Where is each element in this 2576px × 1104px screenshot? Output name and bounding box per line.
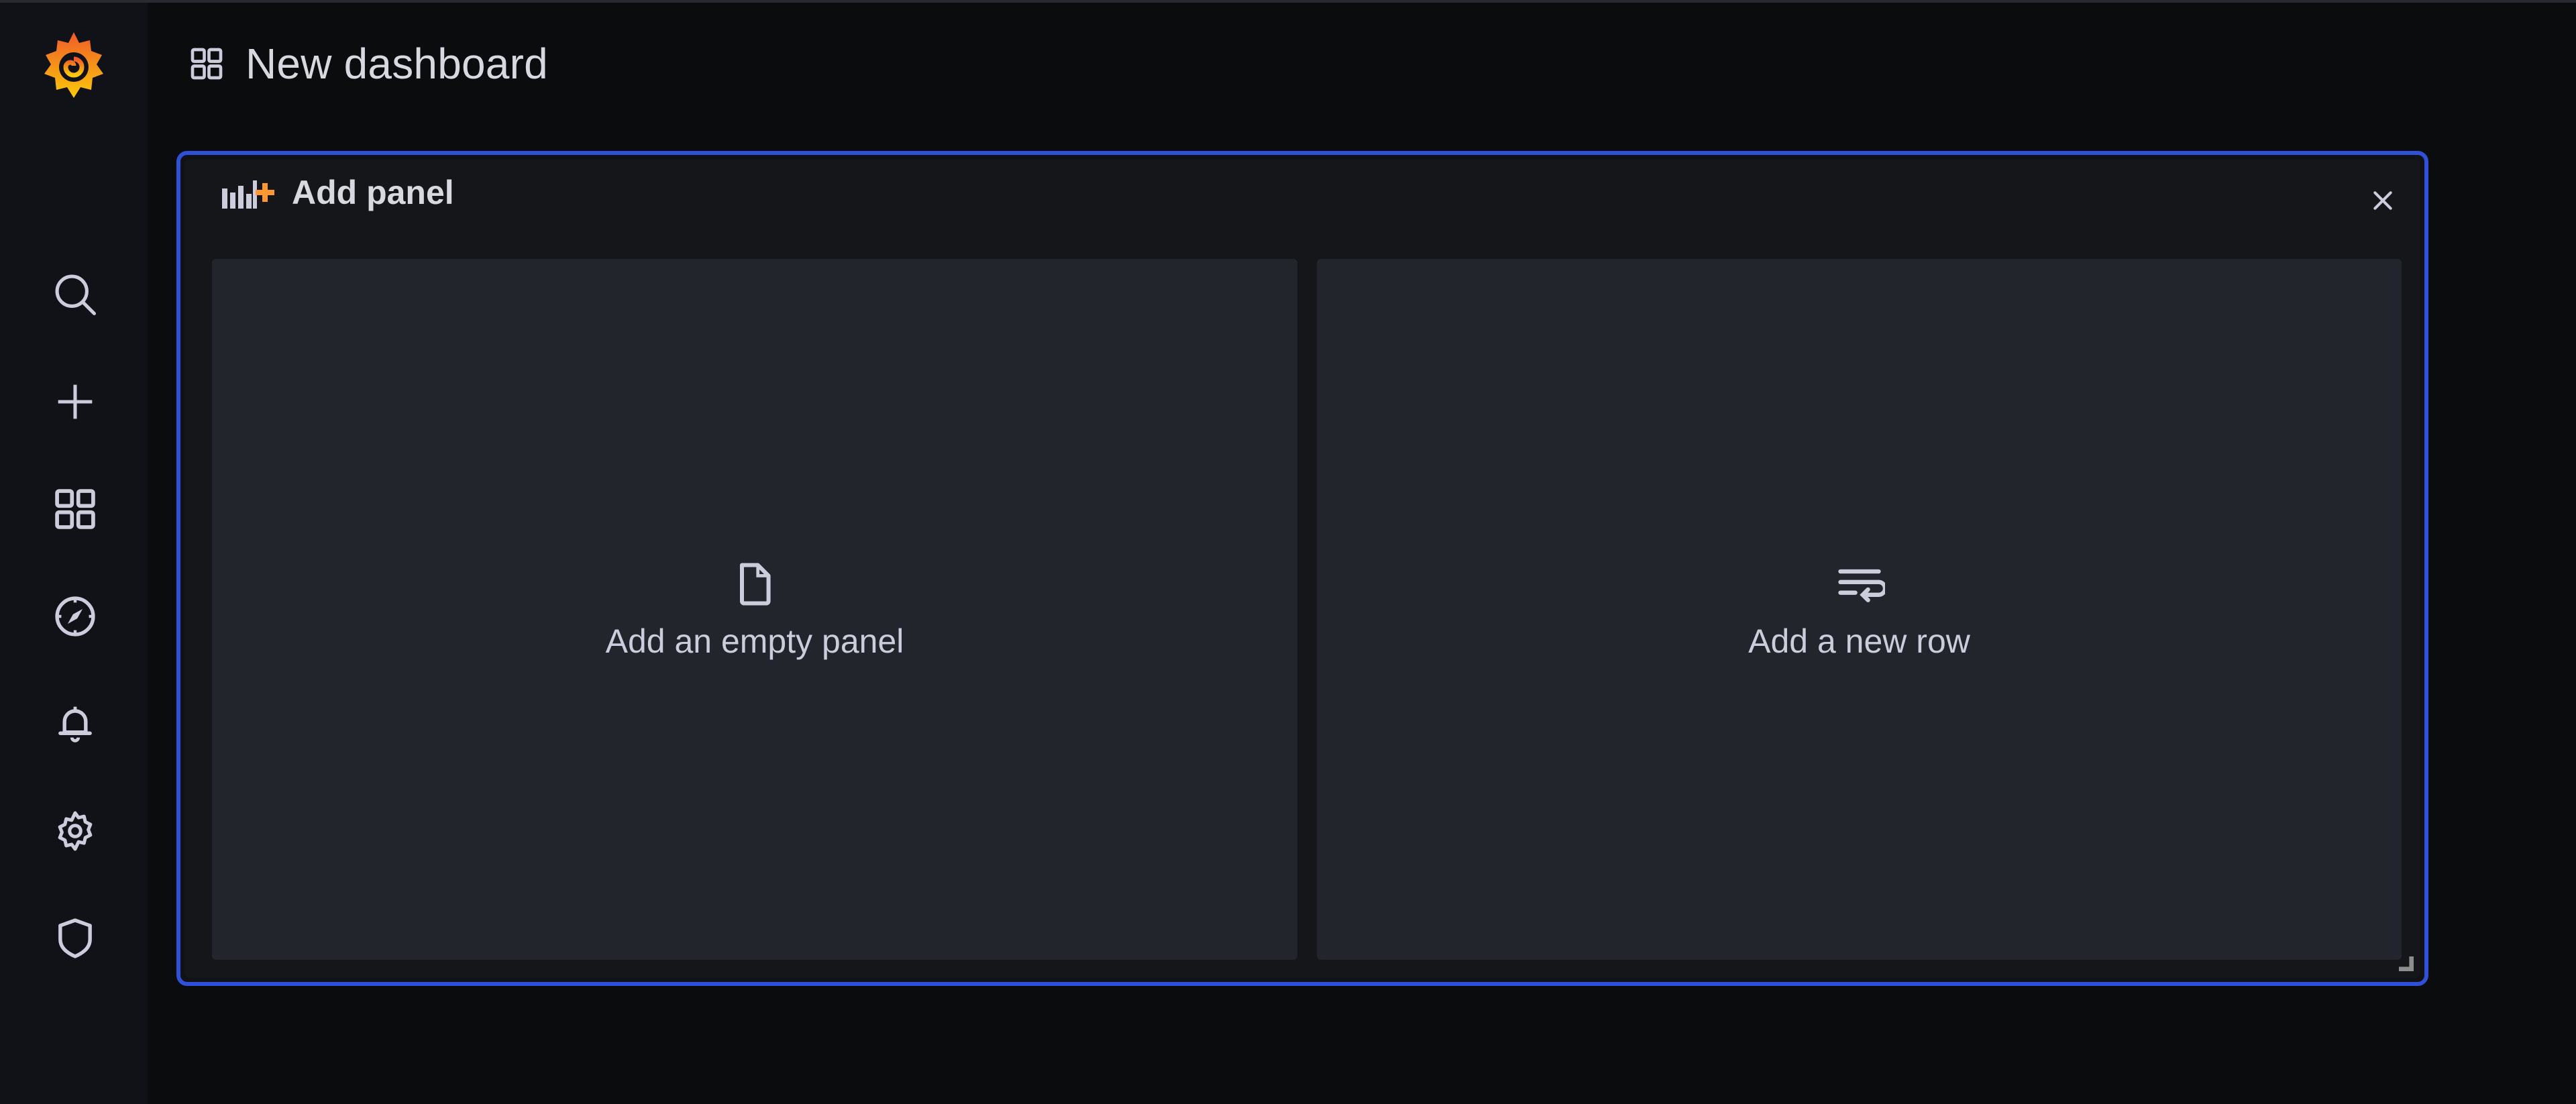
- dashboard-grid-icon: [191, 48, 223, 80]
- resize-handle-icon[interactable]: [2399, 956, 2414, 971]
- grafana-logo[interactable]: [40, 30, 107, 103]
- add-panel-widget: Add panel Add an empty panel Add a new r…: [176, 151, 2428, 986]
- shield-icon: [58, 918, 92, 958]
- sidebar-item-configuration[interactable]: [47, 803, 103, 859]
- add-panel-body: Add panel Add an empty panel Add a new r…: [184, 159, 2420, 978]
- sidebar-item-server-admin[interactable]: [47, 910, 103, 967]
- add-new-row-button[interactable]: Add a new row: [1317, 259, 2402, 960]
- bell-icon: [58, 706, 92, 742]
- close-icon[interactable]: [2369, 187, 2396, 214]
- dashboard-title[interactable]: New dashboard: [246, 39, 548, 89]
- window-top-border: [0, 0, 2576, 3]
- sidebar-item-dashboards[interactable]: [47, 481, 103, 537]
- sidebar-item-create[interactable]: [47, 374, 103, 430]
- file-icon: [739, 562, 771, 606]
- gear-icon: [58, 811, 93, 851]
- add-empty-panel-button[interactable]: Add an empty panel: [212, 259, 1297, 960]
- add-panel-header: Add panel: [184, 159, 2420, 226]
- plus-icon: [58, 384, 93, 419]
- grafana-logo-icon: [44, 32, 103, 98]
- search-icon: [55, 274, 97, 316]
- sidebar: [0, 3, 148, 1104]
- dashboard-header: New dashboard: [188, 34, 548, 94]
- sidebar-item-alerting[interactable]: [47, 696, 103, 752]
- add-panel-title: Add panel: [292, 174, 454, 211]
- add-panel-icon: [222, 180, 274, 209]
- dashboard-grid-icon: [55, 489, 95, 529]
- sidebar-item-search[interactable]: [47, 266, 103, 323]
- row-wrap-icon: [1837, 569, 1885, 602]
- add-new-row-label: Add a new row: [1748, 622, 1970, 660]
- sidebar-item-explore[interactable]: [47, 588, 103, 645]
- add-empty-panel-label: Add an empty panel: [605, 622, 904, 660]
- compass-icon: [55, 596, 95, 637]
